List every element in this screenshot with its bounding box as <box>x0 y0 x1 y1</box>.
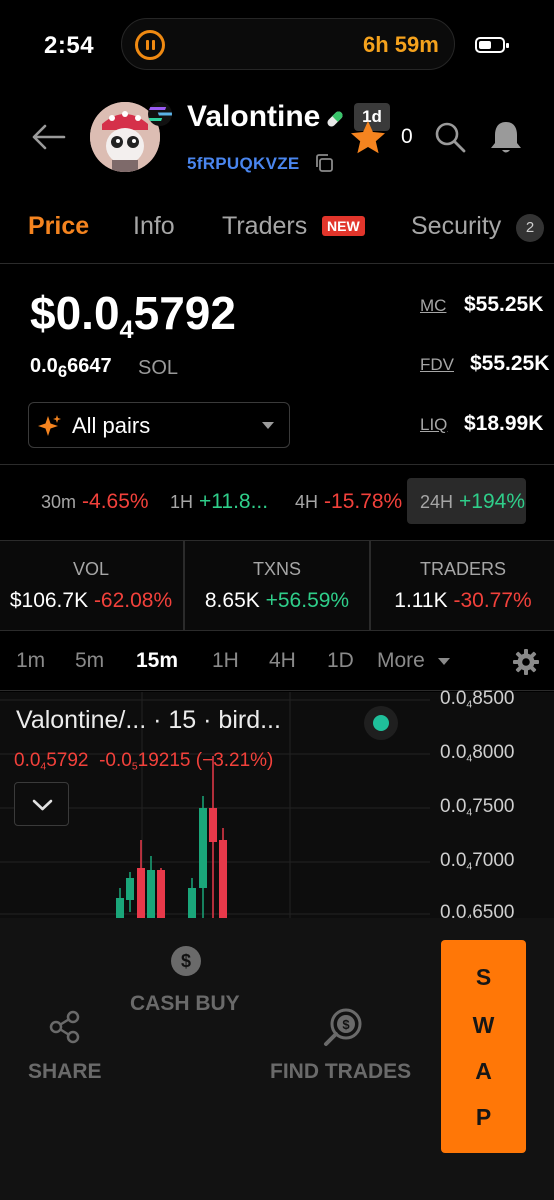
tab-security[interactable]: Security <box>411 212 501 241</box>
favorite-count: 0 <box>401 125 413 148</box>
sol-price: 0.066647 <box>30 355 112 381</box>
metric-label: VOL <box>72 559 110 579</box>
live-indicator-icon[interactable] <box>364 706 398 740</box>
mc-label[interactable]: MC <box>420 296 446 316</box>
svg-text:$: $ <box>342 1017 350 1032</box>
timeframe-1h[interactable]: 1H <box>212 649 239 673</box>
timeframe-more[interactable]: More <box>377 649 425 673</box>
bell-icon[interactable] <box>488 118 524 156</box>
dollar-coin-icon[interactable]: $ <box>170 945 202 977</box>
metric-label: TRADERS <box>419 559 506 579</box>
gear-icon[interactable] <box>512 648 540 676</box>
tab-info[interactable]: Info <box>133 212 175 241</box>
candle <box>116 898 124 918</box>
divider <box>0 464 554 465</box>
axis-tick: 0.046500 <box>440 902 515 918</box>
candle <box>137 868 145 918</box>
pause-icon[interactable] <box>135 30 165 60</box>
timeframe-5m[interactable]: 5m <box>75 649 104 673</box>
change-24h[interactable]: 24H +194% <box>420 490 525 514</box>
metric-label: TXNS <box>252 559 301 579</box>
timeframe-15m[interactable]: 15m <box>136 649 178 673</box>
share-button[interactable]: SHARE <box>28 1060 102 1084</box>
metric-txns: TXNS 8.65K +56.59% <box>184 540 370 631</box>
find-trades-button[interactable]: FIND TRADES <box>270 1060 411 1084</box>
share-icon[interactable] <box>48 1010 82 1044</box>
metric-volume: VOL $106.7K -62.08% <box>0 540 184 631</box>
liq-label[interactable]: LIQ <box>420 415 447 435</box>
fdv-label[interactable]: FDV <box>420 355 454 375</box>
solana-icon <box>148 102 172 126</box>
swap-label: W <box>472 1012 495 1038</box>
swap-label: S <box>475 964 492 990</box>
sol-unit: SOL <box>138 357 179 379</box>
candle <box>209 808 217 842</box>
copy-icon[interactable] <box>313 152 335 174</box>
tab-traders[interactable]: Traders <box>222 212 307 241</box>
change-4h[interactable]: 4H -15.78% <box>295 490 402 514</box>
metric-values: 1.11K -30.77% <box>394 589 532 612</box>
chevron-down-icon <box>32 799 53 811</box>
token-name: Valontine <box>187 100 321 133</box>
fdv-value: $55.25K <box>470 352 550 375</box>
activity-timer: 6h 59m <box>363 32 439 57</box>
search-icon[interactable] <box>433 120 467 154</box>
back-arrow-icon[interactable] <box>30 122 66 152</box>
sparkle-icon <box>38 415 61 436</box>
candle <box>219 840 227 918</box>
candle <box>188 888 196 918</box>
favorite-star-icon[interactable] <box>348 118 388 158</box>
candle <box>147 870 155 918</box>
security-count-badge: 2 <box>516 214 544 242</box>
mc-value: $55.25K <box>464 293 544 316</box>
change-1h[interactable]: 1H +11.8... <box>170 490 268 514</box>
chevron-down-icon <box>262 422 274 429</box>
metric-traders: TRADERS 1.11K -30.77% <box>370 540 554 631</box>
change-30m[interactable]: 30m -4.65% <box>41 490 149 514</box>
usd-price: $0.045792 <box>30 287 236 344</box>
axis-tick: 0.047500 <box>440 796 515 819</box>
battery-icon <box>475 37 509 53</box>
liq-value: $18.99K <box>464 412 544 435</box>
axis-tick: 0.047000 <box>440 850 515 873</box>
find-trades-icon[interactable]: $ <box>322 1006 364 1048</box>
axis-tick: 0.048500 <box>440 688 515 711</box>
chart-collapse-button[interactable] <box>14 782 69 826</box>
cash-buy-button[interactable]: CASH BUY <box>130 992 240 1016</box>
pairs-dropdown-label: All pairs <box>72 413 151 438</box>
tab-price[interactable]: Price <box>28 212 89 241</box>
timeframe-4h[interactable]: 4H <box>269 649 296 673</box>
pairs-dropdown[interactable] <box>28 402 290 448</box>
status-time: 2:54 <box>44 32 95 59</box>
token-address[interactable]: 5fRPUQKVZE <box>187 154 300 174</box>
timeframe-1d[interactable]: 1D <box>327 649 354 673</box>
new-badge: NEW <box>322 216 365 236</box>
swap-label: P <box>475 1104 492 1130</box>
chevron-down-icon <box>438 658 450 665</box>
pill-icon <box>327 111 343 127</box>
metric-values: 8.65K +56.59% <box>204 589 350 612</box>
svg-text:$: $ <box>181 951 191 971</box>
metric-values: $106.7K -62.08% <box>9 589 173 612</box>
candle <box>199 808 207 888</box>
timeframe-1m[interactable]: 1m <box>16 649 45 673</box>
chart-ohlc-readout: 0.045792 -0.0519215 (−3.21%) <box>14 750 274 773</box>
divider <box>0 263 554 264</box>
candle <box>126 878 134 900</box>
chart-title: Valontine/... · 15 · bird... <box>16 706 281 734</box>
candle <box>157 870 165 918</box>
axis-tick: 0.048000 <box>440 742 515 765</box>
swap-label: A <box>475 1058 492 1084</box>
